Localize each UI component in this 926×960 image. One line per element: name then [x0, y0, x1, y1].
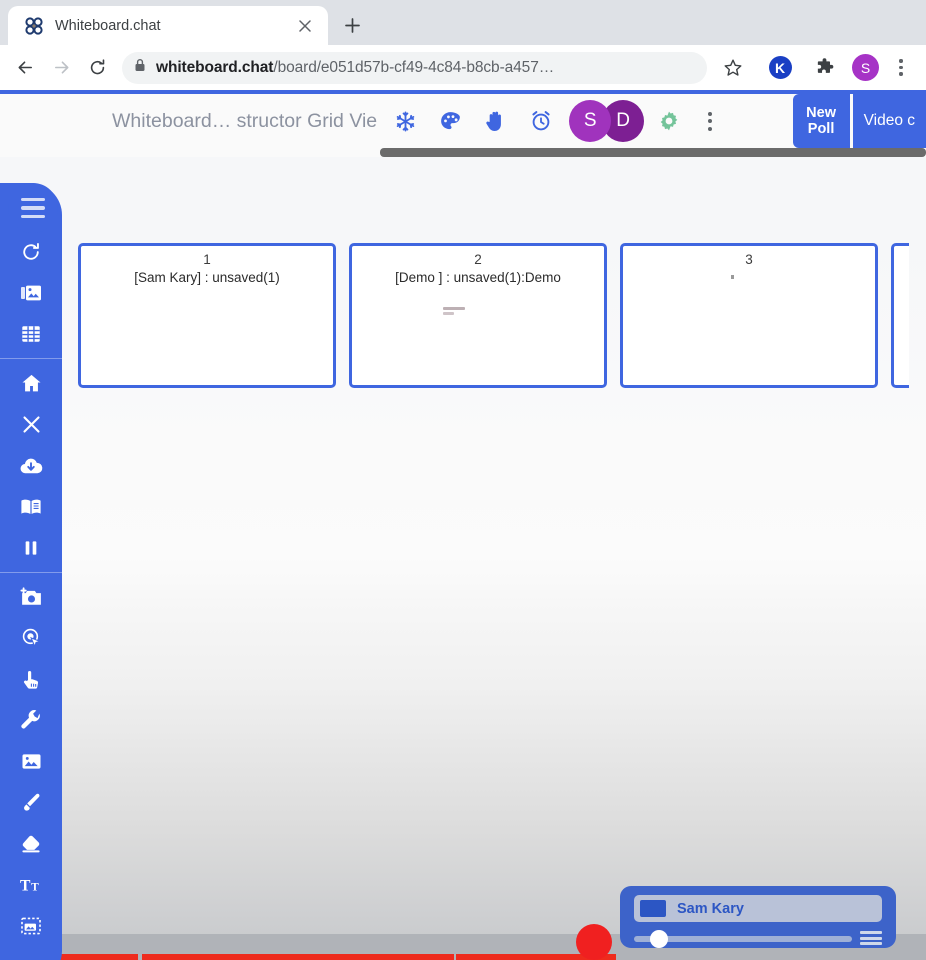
scrollbar-thumb[interactable] — [380, 148, 926, 157]
sidebar-image[interactable] — [0, 741, 62, 782]
reload-icon[interactable] — [80, 51, 114, 85]
sidebar-home[interactable] — [0, 363, 62, 404]
card-dot-mark — [731, 275, 734, 280]
header-overflow-menu-icon[interactable] — [691, 99, 729, 143]
card-number: 2 — [474, 252, 482, 267]
sidebar-divider — [0, 572, 62, 573]
tool-sidebar: T T — [0, 183, 62, 960]
card-label: [Sam Kary] : unsaved(1) — [134, 269, 280, 285]
kami-extension-icon[interactable]: K — [765, 53, 795, 83]
three-dot-menu-icon[interactable] — [886, 53, 916, 83]
svg-text:T: T — [20, 877, 31, 894]
avatar-sam[interactable]: S — [569, 100, 612, 142]
sidebar-book[interactable] — [0, 486, 62, 527]
board-card-2[interactable]: 2 [Demo ] : unsaved(1):Demo — [349, 243, 607, 388]
recorder-user-name: Sam Kary — [677, 900, 744, 917]
color-swatch-icon[interactable] — [640, 900, 666, 917]
red-segment — [60, 954, 138, 960]
lock-icon — [134, 58, 146, 77]
sidebar-close[interactable] — [0, 404, 62, 445]
new-tab-button[interactable] — [335, 8, 369, 42]
sidebar-add-photo[interactable] — [0, 577, 62, 618]
sidebar-text[interactable]: T T — [0, 864, 62, 905]
sidebar-select-pointer[interactable] — [0, 618, 62, 659]
sidebar-crop[interactable] — [0, 905, 62, 946]
sidebar-grid-view[interactable] — [0, 313, 62, 354]
browser-toolbar: whiteboard.chat/board/e051d57b-cf49-4c84… — [0, 45, 926, 90]
sidebar-pen[interactable] — [0, 782, 62, 823]
arrow-right-icon[interactable] — [44, 51, 78, 85]
sidebar-divider — [0, 358, 62, 359]
alarm-clock-timer-icon[interactable] — [518, 99, 563, 143]
card-label: [Demo ] : unsaved(1):Demo — [395, 269, 561, 285]
card-number: 1 — [203, 252, 211, 267]
kami-extension-label: K — [768, 56, 792, 79]
close-icon[interactable] — [294, 15, 316, 37]
star-icon[interactable] — [717, 52, 749, 84]
header-icon-group — [383, 99, 563, 143]
card-scribble-mark — [442, 307, 465, 315]
svg-text:T: T — [31, 881, 39, 893]
sidebar-download[interactable] — [0, 445, 62, 486]
address-bar[interactable]: whiteboard.chat/board/e051d57b-cf49-4c84… — [122, 51, 707, 84]
url-path: /board/e051d57b-cf49-4c84-b8cb-a457… — [273, 58, 555, 76]
browser-window: Whiteboard.chat whiteboard.chat/board/e0… — [0, 0, 926, 960]
board-card-4-partial[interactable] — [891, 243, 909, 388]
participant-avatars: S D — [569, 100, 645, 142]
arrow-left-icon[interactable] — [8, 51, 42, 85]
whiteboard-chat-logo-icon — [24, 16, 44, 36]
new-poll-button[interactable]: New Poll — [792, 94, 850, 148]
snowflake-freeze-icon[interactable] — [383, 99, 428, 143]
card-number: 3 — [745, 252, 753, 267]
board-canvas[interactable]: 1 [Sam Kary] : unsaved(1) 2 [Demo ] : un… — [0, 239, 926, 960]
url-host: whiteboard.chat — [156, 58, 274, 76]
board-card-1[interactable]: 1 [Sam Kary] : unsaved(1) — [78, 243, 336, 388]
recorder-controls — [634, 930, 882, 948]
sidebar-gallery[interactable] — [0, 272, 62, 313]
new-poll-line2: Poll — [807, 121, 835, 137]
board-grid: 1 [Sam Kary] : unsaved(1) 2 [Demo ] : un… — [78, 243, 909, 388]
browser-tab[interactable]: Whiteboard.chat — [8, 6, 328, 45]
puzzle-extensions-icon[interactable] — [809, 53, 839, 83]
board-card-3[interactable]: 3 — [620, 243, 878, 388]
list-lines-icon[interactable] — [860, 931, 882, 947]
palette-color-icon[interactable] — [428, 99, 473, 143]
record-dot-icon[interactable] — [576, 924, 612, 960]
horizontal-scrollbar[interactable] — [0, 148, 926, 157]
app-header: Whiteboard… structor Grid Vie S D New Po… — [0, 94, 926, 148]
url-text: whiteboard.chat/board/e051d57b-cf49-4c84… — [156, 59, 554, 77]
profile-avatar[interactable]: S — [852, 54, 879, 81]
sidebar-eraser[interactable] — [0, 823, 62, 864]
tab-strip: Whiteboard.chat — [0, 0, 926, 45]
recorder-name-field[interactable]: Sam Kary — [634, 895, 882, 922]
red-segment — [142, 954, 454, 960]
header-action-buttons: New Poll Video c — [792, 94, 926, 148]
recorder-slider[interactable] — [634, 930, 852, 948]
recorder-panel: Sam Kary — [620, 886, 896, 948]
hamburger-menu-icon[interactable] — [8, 183, 58, 233]
tab-title: Whiteboard.chat — [55, 17, 161, 34]
video-call-button[interactable]: Video c — [852, 94, 926, 148]
new-poll-line1: New — [806, 104, 836, 121]
slider-knob[interactable] — [650, 930, 668, 948]
sidebar-tools[interactable] — [0, 700, 62, 741]
sidebar-touch[interactable] — [0, 659, 62, 700]
sidebar-refresh[interactable] — [0, 231, 62, 272]
page-title: Whiteboard… structor Grid Vie — [112, 109, 378, 132]
hand-raise-icon[interactable] — [473, 99, 518, 143]
gear-settings-icon[interactable] — [646, 99, 691, 143]
whiteboard-app: Whiteboard… structor Grid Vie S D New Po… — [0, 90, 926, 960]
sidebar-pause[interactable] — [0, 527, 62, 568]
